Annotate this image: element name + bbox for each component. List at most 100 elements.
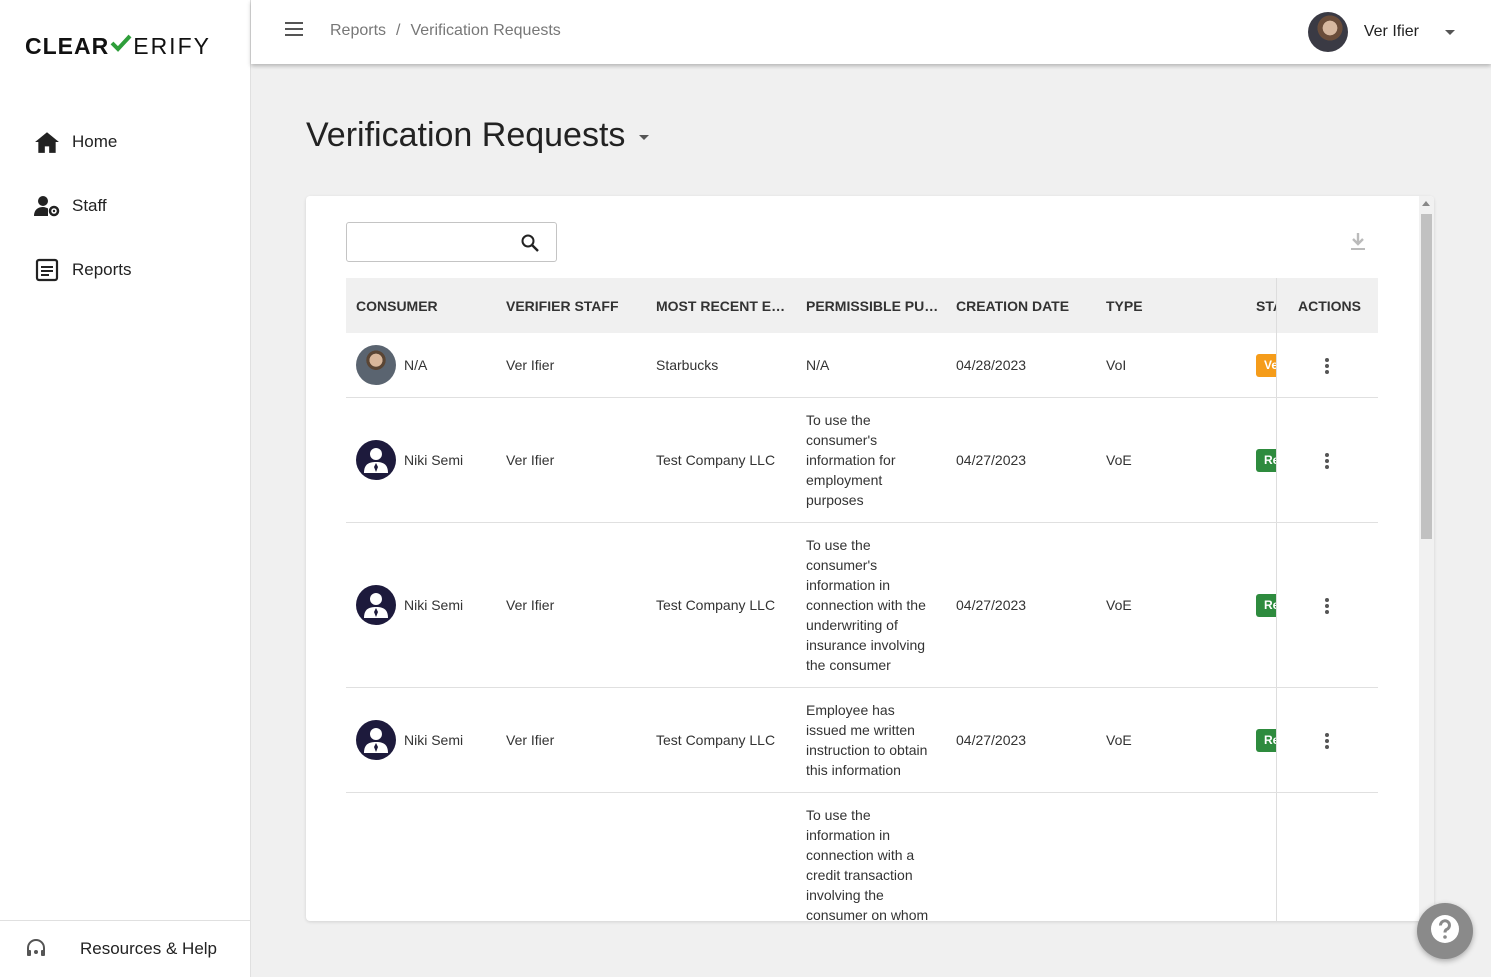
- request-type: VoE: [1106, 597, 1132, 613]
- verifier-staff: Ver Ifier: [506, 452, 555, 468]
- table-row[interactable]: Niki Semi Ver Ifier Test Company LLC To …: [346, 398, 1378, 523]
- menu-icon[interactable]: [285, 22, 303, 36]
- user-menu[interactable]: Ver Ifier: [1307, 12, 1455, 52]
- column-header-consumer[interactable]: CONSUMER: [356, 298, 496, 314]
- more-vert-icon[interactable]: [1325, 453, 1329, 471]
- logo-text-clear: CLEAR: [25, 32, 110, 59]
- permissible-purpose: To use the consumer's information for em…: [806, 412, 896, 508]
- sidebar-item-staff[interactable]: Staff: [0, 174, 250, 238]
- avatar: [356, 440, 396, 480]
- help-button[interactable]: [1417, 903, 1473, 959]
- sidebar-item-home[interactable]: Home: [0, 110, 250, 174]
- checkmark-icon: [110, 32, 132, 60]
- verifier-staff: Ver Ifier: [506, 732, 555, 748]
- consumer-cell: Niki Semi: [356, 440, 463, 480]
- page-title-text: Verification Requests: [306, 116, 626, 154]
- clearverify-logo[interactable]: CLEAR ERIFY: [25, 32, 211, 60]
- vertical-scrollbar[interactable]: [1419, 196, 1434, 921]
- sidebar-item-label: Reports: [72, 260, 132, 279]
- top-bar: Reports / Verification Requests Ver Ifie…: [251, 0, 1491, 64]
- requests-table: CONSUMER VERIFIER STAFF MOST RECENT EMP.…: [346, 278, 1378, 921]
- request-type: VoE: [1106, 452, 1132, 468]
- reports-icon: [34, 257, 60, 283]
- consumer-cell: Niki Semi: [356, 720, 463, 760]
- breadcrumb-reports[interactable]: Reports: [330, 22, 386, 40]
- column-header-verifier-staff[interactable]: VERIFIER STAFF: [506, 298, 646, 314]
- breadcrumb: Reports / Verification Requests: [330, 22, 561, 40]
- resources-help-label: Resources & Help: [80, 939, 218, 958]
- status-badge: Ve: [1256, 354, 1277, 377]
- consumer-cell: Niki Semi: [356, 585, 463, 625]
- actions-cell: [1276, 523, 1378, 687]
- employer: Test Company LLC: [656, 732, 776, 748]
- actions-cell: [1276, 398, 1378, 522]
- download-icon[interactable]: [1349, 232, 1367, 257]
- sidebar-item-reports[interactable]: Reports: [0, 238, 250, 302]
- support-headset-icon: [24, 937, 48, 961]
- search-field[interactable]: [346, 222, 557, 262]
- consumer-cell: N/A: [356, 345, 427, 385]
- sidebar: CLEAR ERIFY Home Staff Reports Resources…: [0, 0, 251, 977]
- consumer-name: Niki Semi: [404, 732, 464, 748]
- consumer-name: Niki Semi: [404, 452, 464, 468]
- sidebar-item-label: Staff: [72, 196, 107, 215]
- logo-text-verify: ERIFY: [133, 32, 211, 59]
- permissible-purpose: Employee has issued me written instructi…: [806, 702, 928, 778]
- column-header-actions: ACTIONS: [1298, 298, 1361, 314]
- table-row[interactable]: N/A Ver Ifier Starbucks N/A 04/28/2023 V…: [346, 333, 1378, 398]
- person-icon: [364, 448, 388, 473]
- column-header-employer[interactable]: MOST RECENT EMP...: [656, 298, 796, 314]
- verifier-staff: Ver Ifier: [506, 597, 555, 613]
- request-type: VoI: [1106, 357, 1127, 373]
- search-icon[interactable]: [520, 233, 540, 258]
- actions-cell: [1276, 793, 1378, 921]
- scrollbar-thumb[interactable]: [1421, 214, 1432, 539]
- permissible-purpose: To use the consumer's information in con…: [806, 537, 926, 673]
- column-header-creation-date[interactable]: CREATION DATE: [956, 298, 1096, 314]
- more-vert-icon[interactable]: [1325, 598, 1329, 616]
- avatar: [356, 585, 396, 625]
- permissible-purpose: To use the information in connection wit…: [806, 807, 929, 921]
- search-input[interactable]: [347, 223, 507, 261]
- consumer-name: Niki Semi: [404, 597, 464, 613]
- sidebar-item-label: Home: [72, 132, 118, 151]
- avatar: [356, 720, 396, 760]
- table-row[interactable]: Niki Semi Ver Ifier Test Company LLC To …: [346, 523, 1378, 688]
- status-badge: Re: [1256, 594, 1277, 617]
- chevron-down-icon[interactable]: [1445, 29, 1455, 35]
- status-badge: Re: [1256, 729, 1277, 752]
- employer: Test Company LLC: [656, 597, 776, 613]
- consumer-name: N/A: [404, 357, 428, 373]
- home-icon: [34, 129, 60, 155]
- verifier-staff: Ver Ifier: [506, 357, 555, 373]
- column-header-permissible-purpose[interactable]: PERMISSIBLE PURP...: [806, 298, 946, 314]
- table-row[interactable]: To use the information in connection wit…: [346, 793, 1378, 921]
- sidebar-nav: Home Staff Reports: [0, 110, 250, 302]
- page-title[interactable]: Verification Requests: [306, 116, 650, 155]
- more-vert-icon[interactable]: [1325, 733, 1329, 751]
- avatar: [356, 345, 396, 385]
- actions-header-cell: ACTIONS: [1276, 278, 1378, 333]
- actions-cell: [1276, 688, 1378, 792]
- creation-date: 04/27/2023: [956, 732, 1027, 748]
- employer: Starbucks: [656, 357, 719, 373]
- creation-date: 04/27/2023: [956, 452, 1027, 468]
- column-header-type[interactable]: TYPE: [1106, 298, 1246, 314]
- person-icon: [364, 593, 388, 618]
- actions-cell: [1276, 333, 1378, 397]
- status-badge: Re: [1256, 449, 1277, 472]
- help-question-icon: [1430, 914, 1460, 949]
- avatar: [1307, 12, 1348, 52]
- table-row[interactable]: Niki Semi Ver Ifier Test Company LLC Emp…: [346, 688, 1378, 793]
- verification-requests-card: CONSUMER VERIFIER STAFF MOST RECENT EMP.…: [306, 196, 1434, 921]
- staff-settings-icon: [34, 193, 60, 219]
- creation-date: 04/27/2023: [956, 597, 1027, 613]
- creation-date: 04/28/2023: [956, 357, 1027, 373]
- more-vert-icon[interactable]: [1325, 358, 1329, 376]
- resources-help-link[interactable]: Resources & Help: [0, 920, 250, 977]
- chevron-down-icon[interactable]: [639, 135, 650, 140]
- scroll-up-arrow-icon[interactable]: [1422, 201, 1430, 206]
- permissible-purpose: N/A: [806, 357, 830, 373]
- request-type: VoE: [1106, 732, 1132, 748]
- breadcrumb-current: Verification Requests: [410, 22, 561, 39]
